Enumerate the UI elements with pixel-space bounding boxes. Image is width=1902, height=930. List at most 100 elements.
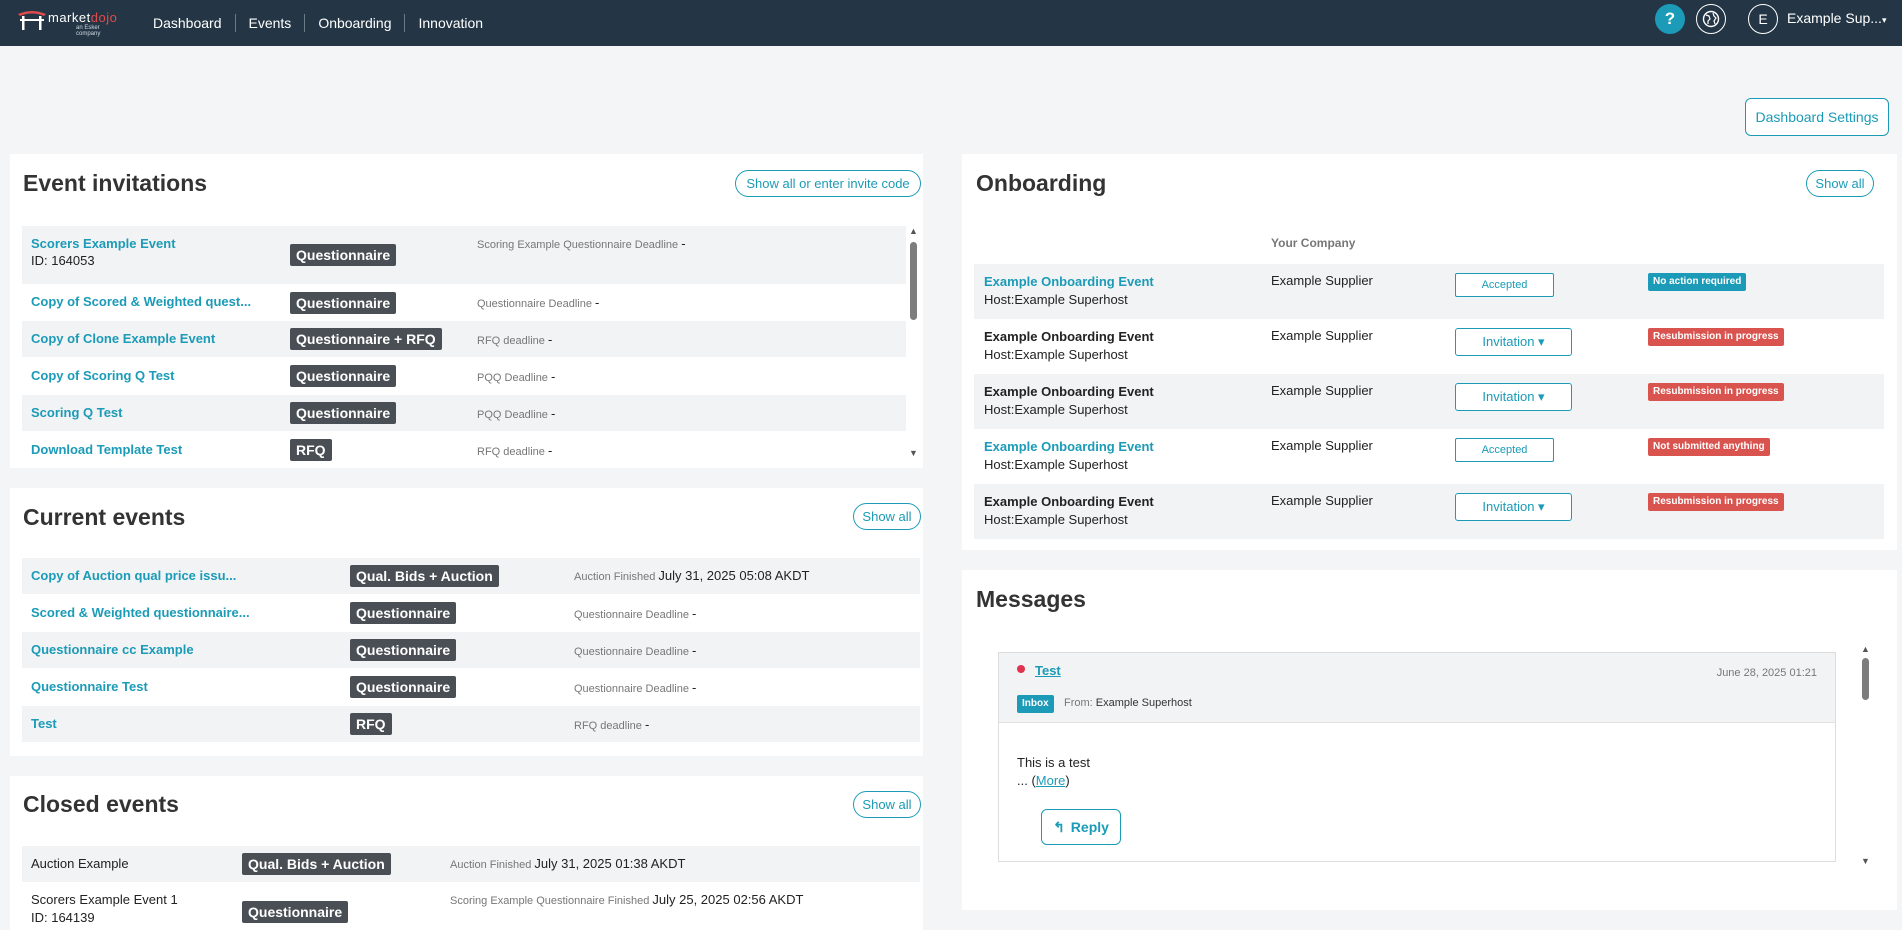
table-row: Test RFQ RFQ deadline - [22,706,920,742]
invitation-dropdown-button[interactable]: Invitation ▾ [1455,493,1572,521]
list-item: Download Template Test RFQ RFQ deadline … [22,432,906,462]
reply-button[interactable]: ↰ Reply [1041,809,1121,845]
event-deadline: Questionnaire Deadline - [574,680,697,695]
show-all-current-button[interactable]: Show all [853,503,921,530]
dashboard-settings-button[interactable]: Dashboard Settings [1745,98,1889,136]
onboarding-event-name: Example Onboarding Event [984,329,1154,344]
event-type-badge: Qual. Bids + Auction [242,853,391,875]
table-row: Example Onboarding Event Host:Example Su… [974,319,1884,374]
user-avatar[interactable]: E [1748,4,1778,34]
scroll-thumb[interactable] [910,242,917,320]
nav-innovation[interactable]: Innovation [405,14,496,32]
table-row: Copy of Auction qual price issu... Qual.… [22,558,920,594]
onboarding-event-link[interactable]: Example Onboarding Event [984,274,1154,289]
invitation-dropdown-button[interactable]: Invitation ▾ [1455,328,1572,356]
user-menu-dropdown[interactable]: Example Sup...▾ [1787,10,1886,26]
onboarding-panel: Onboarding Show all Your Company Example… [962,154,1897,550]
event-invitations-title: Event invitations [23,170,208,196]
nav-dashboard[interactable]: Dashboard [140,14,236,32]
invitation-dropdown-button[interactable]: Invitation ▾ [1455,383,1572,411]
event-invitations-panel: Event invitations Show all or enter invi… [10,154,923,468]
nav-onboarding[interactable]: Onboarding [305,14,406,32]
event-deadline: Questionnaire Deadline - [574,643,697,658]
event-name-link[interactable]: Questionnaire cc Example [31,642,194,657]
invitations-scrollbar[interactable]: ▲ ▼ [908,226,918,462]
show-all-invitations-button[interactable]: Show all or enter invite code [735,170,921,197]
message-more: ... (More) [1017,773,1070,788]
closed-events-title: Closed events [23,791,179,817]
event-name-link[interactable]: Questionnaire Test [31,679,148,694]
messages-scrollbar[interactable]: ▲ ▼ [1860,640,1870,870]
event-name: Auction Example [31,856,129,871]
logo-subtitle: an Esker company [76,25,101,37]
nav-events[interactable]: Events [236,14,306,32]
event-deadline: Scoring Example Questionnaire Deadline - [477,236,686,251]
table-row: Auction Example Qual. Bids + Auction Auc… [22,846,920,882]
messages-title: Messages [976,586,1086,612]
logo-wordmark: marketdojo [48,10,118,25]
event-name-link[interactable]: Copy of Scoring Q Test [31,368,175,383]
scroll-down-icon[interactable]: ▼ [1861,856,1870,866]
main-nav: Dashboard Events Onboarding Innovation [140,0,496,46]
event-name: Scorers Example Event 1 [31,892,178,907]
scroll-thumb[interactable] [1862,658,1869,700]
scroll-up-icon[interactable]: ▲ [909,226,918,236]
table-row: Example Onboarding Event Host:Example Su… [974,484,1884,539]
list-item: Scorers Example Event ID: 164053 Questio… [22,226,906,284]
accepted-button[interactable]: Accepted [1455,273,1554,297]
event-name-link[interactable]: Test [31,716,57,731]
more-link[interactable]: More [1036,773,1066,788]
show-all-closed-button[interactable]: Show all [853,791,921,818]
current-events-title: Current events [23,504,186,530]
dojo-gate-icon [18,11,46,30]
event-name-link[interactable]: Copy of Auction qual price issu... [31,568,236,583]
table-row: Scored & Weighted questionnaire... Quest… [22,595,920,631]
message-subject-link[interactable]: Test [1035,663,1061,678]
event-deadline: PQQ Deadline - [477,369,556,384]
event-name-link[interactable]: Scorers Example Event [31,236,176,251]
onboarding-company: Example Supplier [1271,493,1373,508]
event-name-link[interactable]: Scoring Q Test [31,405,123,420]
scroll-down-icon[interactable]: ▼ [909,448,918,458]
event-type-badge: Qual. Bids + Auction [350,565,499,587]
onboarding-host: Host:Example Superhost [984,457,1128,472]
message-from: From: Example Superhost [1064,697,1192,709]
event-deadline: RFQ deadline - [574,717,650,732]
chevron-down-icon: ▾ [1881,15,1887,25]
event-deadline: Questionnaire Deadline - [574,606,697,621]
onboarding-company: Example Supplier [1271,273,1373,288]
event-deadline: PQQ Deadline - [477,406,556,421]
event-type-badge: RFQ [350,713,392,735]
event-type-badge: Questionnaire [350,602,457,624]
status-badge: Resubmission in progress [1648,493,1784,511]
table-row: Questionnaire Test Questionnaire Questio… [22,669,920,705]
status-badge: Not submitted anything [1648,438,1770,456]
onboarding-host: Host:Example Superhost [984,292,1128,307]
unread-dot-icon [1017,665,1025,673]
event-deadline: Questionnaire Deadline - [477,295,600,310]
onboarding-company: Example Supplier [1271,328,1373,343]
accepted-button[interactable]: Accepted [1455,438,1554,462]
event-deadline: Scoring Example Questionnaire Finished J… [450,892,804,907]
onboarding-company: Example Supplier [1271,438,1373,453]
globe-icon[interactable] [1696,4,1726,34]
event-type-badge: Questionnaire [242,901,349,923]
event-type-badge: Questionnaire [290,402,397,424]
onboarding-host: Host:Example Superhost [984,402,1128,417]
event-id: ID: 164139 [31,910,95,925]
scroll-up-icon[interactable]: ▲ [1861,644,1870,654]
help-icon[interactable]: ? [1655,4,1685,34]
table-row: Example Onboarding Event Host:Example Su… [974,374,1884,429]
onboarding-event-link[interactable]: Example Onboarding Event [984,439,1154,454]
event-name-link[interactable]: Download Template Test [31,442,182,457]
show-all-onboarding-button[interactable]: Show all [1806,170,1874,197]
onboarding-company: Example Supplier [1271,383,1373,398]
event-name-link[interactable]: Scored & Weighted questionnaire... [31,605,250,620]
your-company-column-header: Your Company [1271,236,1356,250]
event-name-link[interactable]: Copy of Clone Example Event [31,331,215,346]
event-type-badge: Questionnaire [350,676,457,698]
status-badge: No action required [1648,273,1747,291]
marketdojo-logo[interactable]: marketdojo an Esker company [16,8,124,37]
event-name-link[interactable]: Copy of Scored & Weighted quest... [31,294,251,309]
message-header: Test June 28, 2025 01:21 Inbox From: Exa… [999,653,1835,723]
